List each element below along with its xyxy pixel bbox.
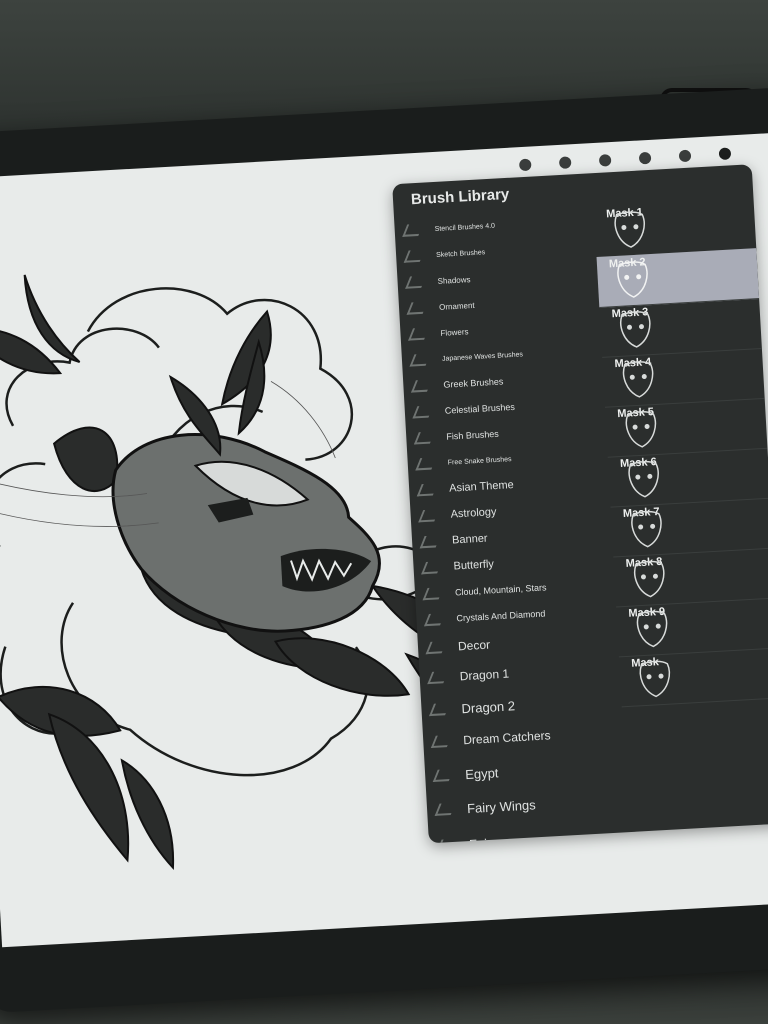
brush-library-panel: Brush Library Stencil Brushes 4.0 Sketch… bbox=[392, 164, 768, 844]
category-label: Free Snake Brushes bbox=[447, 455, 512, 467]
brush-stroke-icon bbox=[427, 670, 449, 685]
category-item[interactable]: Egypt bbox=[432, 752, 626, 789]
category-label: Butterfly bbox=[453, 558, 495, 573]
brush-stroke-icon bbox=[422, 587, 444, 601]
brush-stroke-icon bbox=[412, 405, 434, 419]
category-item[interactable]: Fairy Wings bbox=[434, 786, 627, 823]
brush-stroke-icon bbox=[429, 702, 450, 717]
category-item[interactable]: Dragon 2 bbox=[429, 686, 622, 723]
brush-tool-icon[interactable] bbox=[558, 156, 572, 169]
wrench-icon[interactable] bbox=[518, 158, 532, 172]
category-label: Ornament bbox=[438, 300, 475, 312]
brush-stroke-icon bbox=[421, 561, 443, 575]
category-label: Sketch Brushes bbox=[435, 248, 486, 259]
category-label: Astrology bbox=[450, 506, 497, 521]
brush-stroke-icon bbox=[415, 457, 437, 471]
brush-stroke-icon bbox=[430, 734, 452, 749]
brush-stroke-icon bbox=[411, 379, 432, 393]
category-label: Decor bbox=[457, 637, 491, 654]
category-label: Cloud, Mountain, Stars bbox=[454, 582, 547, 598]
category-item[interactable]: Dragon 1 bbox=[427, 654, 620, 691]
panel-title: Brush Library bbox=[410, 185, 510, 209]
mask-preview-icon bbox=[631, 510, 662, 548]
layers-icon[interactable] bbox=[678, 149, 692, 163]
category-label: Crystals And Diamond bbox=[456, 608, 546, 624]
brush-stroke-icon bbox=[413, 431, 435, 445]
category-label: Japanese Waves Brushes bbox=[441, 350, 524, 363]
category-item[interactable]: Dream Catchers bbox=[430, 718, 624, 755]
brush-stroke-icon bbox=[425, 641, 447, 655]
category-label: Banner bbox=[451, 532, 488, 547]
category-label: Celestial Brushes bbox=[444, 401, 516, 416]
category-label: Flowers bbox=[440, 326, 469, 338]
photo-scene: Brush Library Stencil Brushes 4.0 Sketch… bbox=[0, 0, 768, 1024]
mask-preview-icon bbox=[625, 411, 657, 448]
mask-preview-icon bbox=[634, 560, 665, 598]
tablet-screen: Brush Library Stencil Brushes 4.0 Sketch… bbox=[0, 132, 768, 948]
brush-stroke-icon bbox=[403, 249, 425, 263]
brush-list: Mask 1 Mask 2 Mask 3 Mask 4 Mask 5 Mask … bbox=[593, 198, 768, 708]
brush-stroke-icon bbox=[402, 223, 424, 237]
category-label: Stencil Brushes 4.0 bbox=[434, 222, 496, 233]
brush-stroke-icon bbox=[419, 535, 441, 549]
brush-category-list: Stencil Brushes 4.0 Sketch Brushes Shado… bbox=[394, 207, 594, 844]
category-label: Shadows bbox=[437, 274, 471, 286]
smudge-tool-icon[interactable] bbox=[598, 154, 612, 167]
brush-stroke-icon bbox=[434, 802, 456, 816]
category-label: Fairy Wings bbox=[466, 796, 537, 816]
color-swatch[interactable] bbox=[718, 147, 732, 161]
brush-stroke-icon bbox=[432, 768, 454, 782]
category-label: Dragon 2 bbox=[461, 697, 516, 716]
mask-preview-icon bbox=[636, 610, 668, 648]
brush-stroke-icon bbox=[405, 275, 427, 289]
category-label: Dragon 1 bbox=[459, 666, 510, 684]
brush-stroke-icon bbox=[416, 483, 438, 497]
mask-preview-icon bbox=[614, 211, 645, 248]
mask-preview-icon bbox=[639, 660, 671, 698]
eraser-tool-icon[interactable] bbox=[638, 151, 652, 165]
category-label: Egypt bbox=[464, 764, 499, 782]
mask-preview-icon bbox=[628, 460, 659, 498]
category-label: Fish Brushes bbox=[446, 428, 500, 442]
brush-stroke-icon bbox=[409, 353, 431, 367]
mask-preview-icon bbox=[617, 261, 648, 298]
category-label: Asian Theme bbox=[448, 479, 515, 495]
brush-item[interactable]: Mask bbox=[618, 647, 768, 708]
brush-stroke-icon bbox=[408, 327, 429, 341]
mask-preview-icon bbox=[622, 361, 654, 398]
brush-stroke-icon bbox=[418, 509, 440, 523]
category-label: Greek Brushes bbox=[443, 376, 504, 390]
mask-preview-icon bbox=[620, 311, 651, 348]
brush-stroke-icon bbox=[406, 301, 428, 315]
brush-stroke-icon bbox=[424, 613, 445, 627]
category-label: Dream Catchers bbox=[462, 728, 551, 748]
